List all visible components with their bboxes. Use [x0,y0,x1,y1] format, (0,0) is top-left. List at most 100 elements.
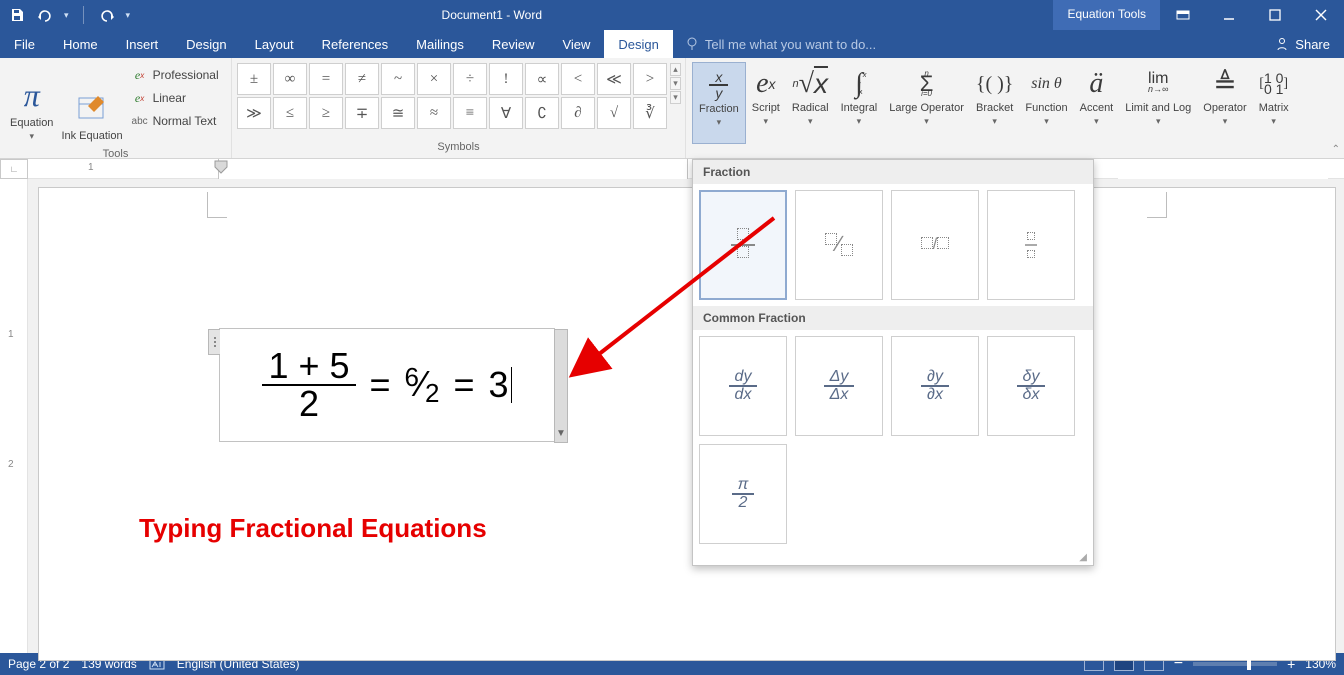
fraction-tile-linear[interactable]: / [891,190,979,300]
save-icon[interactable] [8,6,26,24]
tab-insert[interactable]: Insert [112,30,173,58]
symbol-cell[interactable]: ≈ [417,97,451,129]
operator-button[interactable]: ≜ Operator ▾ [1197,62,1252,144]
normal-text-icon: abc [131,113,149,129]
tab-home[interactable]: Home [49,30,112,58]
limit-log-icon: limn→∞ [1148,66,1168,102]
tell-me-search[interactable]: Tell me what you want to do... [673,30,1261,58]
gallery-resize-grip[interactable]: ◢ [693,550,1093,565]
symbol-cell[interactable]: < [561,63,595,95]
professional-button[interactable]: ex Professional [127,64,223,86]
function-button[interactable]: sin θ Function ▾ [1019,62,1073,144]
symbol-cell[interactable]: ± [237,63,271,95]
fraction-tile-deltasmall-y-x[interactable]: δyδx [987,336,1075,436]
fraction-tile-stacked[interactable] [699,190,787,300]
chevron-down-icon: ▾ [1223,116,1228,127]
integral-label: Integral [841,102,878,114]
symbol-cell[interactable]: ≤ [273,97,307,129]
symbol-cell[interactable]: = [309,63,343,95]
script-button[interactable]: ex Script ▾ [746,62,786,144]
tab-design[interactable]: Design [172,30,240,58]
equation-button[interactable]: π Equation ▾ [6,62,57,144]
tab-layout[interactable]: Layout [241,30,308,58]
undo-icon[interactable] [36,6,54,24]
undo-caret-icon[interactable]: ▾ [64,10,69,21]
gallery-header-common: Common Fraction [693,306,1093,330]
symbol-cell[interactable]: ∞ [273,63,307,95]
symbol-cell[interactable]: ≡ [453,97,487,129]
tab-mailings[interactable]: Mailings [402,30,478,58]
symbol-cell[interactable]: × [417,63,451,95]
fraction-tile-delta-y-x[interactable]: ΔyΔx [795,336,883,436]
document-page[interactable]: 1 + 5 2 = 6⁄2 = 3 ▼ Typing Fractional Eq… [38,187,1336,661]
limit-log-button[interactable]: limn→∞ Limit and Log ▾ [1119,62,1197,144]
equation-label: Equation [10,117,53,129]
symbol-cell[interactable]: ∝ [525,63,559,95]
fraction-tile-small[interactable] [987,190,1075,300]
symbol-cell[interactable]: ≫ [237,97,271,129]
normal-text-button[interactable]: abc Normal Text [127,110,223,132]
fraction-tile-partial-y-x[interactable]: ∂y∂x [891,336,979,436]
minimize-icon[interactable] [1206,0,1252,30]
symbols-scroll-up[interactable]: ▴ [670,63,681,76]
chevron-down-icon: ▾ [992,116,997,127]
indent-marker-icon[interactable] [214,160,228,178]
linear-button[interactable]: ex Linear [127,87,223,109]
symbol-cell[interactable]: ÷ [453,63,487,95]
limit-log-label: Limit and Log [1125,102,1191,114]
close-icon[interactable] [1298,0,1344,30]
ink-equation-button[interactable]: Ink Equation [57,62,126,144]
fraction-tile-dy-dx[interactable]: dydx [699,336,787,436]
radical-button[interactable]: n√x Radical ▾ [786,62,835,144]
chevron-down-icon: ▾ [1044,116,1049,127]
equation-container[interactable]: 1 + 5 2 = 6⁄2 = 3 ▼ [219,328,555,442]
symbols-more[interactable]: ▾ [670,91,681,104]
equation-move-handle[interactable] [208,329,220,355]
share-icon [1275,37,1289,51]
symbols-scroll-down[interactable]: ▾ [670,77,681,90]
symbol-cell[interactable]: ∓ [345,97,379,129]
symbol-cell[interactable]: ! [489,63,523,95]
redo-icon[interactable] [98,6,116,24]
symbol-cell[interactable]: > [633,63,667,95]
horizontal-ruler[interactable]: 1 1 2 3 7 [28,159,1344,178]
vertical-ruler[interactable]: 1 2 [0,179,28,653]
tab-equation-design[interactable]: Design [604,30,672,58]
chevron-down-icon: ▾ [764,116,769,127]
symbol-cell[interactable]: ∛ [633,97,667,129]
symbol-cell[interactable]: √ [597,97,631,129]
fraction-tile-skewed[interactable]: ∕ [795,190,883,300]
symbol-cell[interactable]: ∀ [489,97,523,129]
symbols-row-2: ≫≤≥∓≅≈≡∀∁∂√∛ [236,96,668,130]
matrix-button[interactable]: [1 00 1] Matrix ▾ [1253,62,1295,144]
accent-button[interactable]: ä Accent ▾ [1074,62,1120,144]
tab-selector[interactable]: ∟ [0,159,28,179]
window-controls [1160,0,1344,30]
symbol-cell[interactable]: ∂ [561,97,595,129]
bracket-button[interactable]: {( )} Bracket ▾ [970,62,1020,144]
maximize-icon[interactable] [1252,0,1298,30]
tab-review[interactable]: Review [478,30,549,58]
symbol-cell[interactable]: ∁ [525,97,559,129]
symbol-cell[interactable]: ~ [381,63,415,95]
large-operator-button[interactable]: nΣi=0 Large Operator ▾ [883,62,970,144]
tab-references[interactable]: References [308,30,402,58]
zoom-slider[interactable] [1193,662,1277,666]
ribbon-display-options-icon[interactable] [1160,0,1206,30]
collapse-ribbon-icon[interactable]: ⌃ [1332,144,1340,155]
equation-result: 3 [489,364,509,406]
integral-button[interactable]: ∫x-x Integral ▾ [835,62,884,144]
equation-options-dropdown[interactable]: ▼ [554,329,568,443]
share-button[interactable]: Share [1261,30,1344,58]
chevron-down-icon: ▾ [857,116,862,127]
fraction-button[interactable]: xy Fraction ▾ [692,62,746,144]
linear-label: Linear [153,91,186,105]
tab-file[interactable]: File [0,30,49,58]
tab-view[interactable]: View [548,30,604,58]
ribbon: π Equation ▾ Ink Equation ex Professiona… [0,58,1344,159]
symbol-cell[interactable]: ≥ [309,97,343,129]
symbol-cell[interactable]: ≅ [381,97,415,129]
symbol-cell[interactable]: ≪ [597,63,631,95]
fraction-tile-pi-2[interactable]: π2 [699,444,787,544]
symbol-cell[interactable]: ≠ [345,63,379,95]
